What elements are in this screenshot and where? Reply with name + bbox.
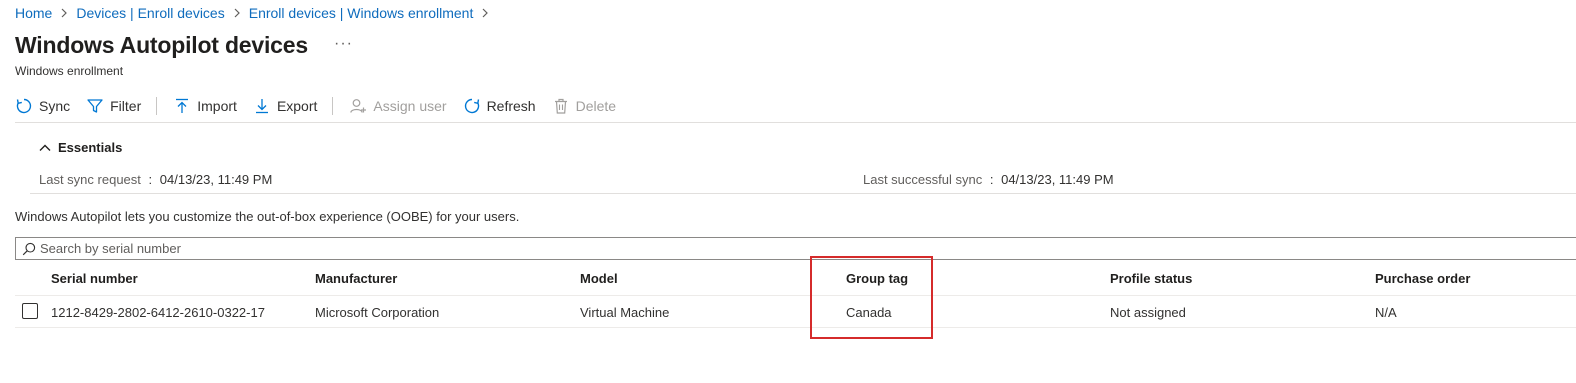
last-sync-request-key: Last sync request [39,172,141,187]
assign-user-label: Assign user [373,98,447,114]
cell-serial-number[interactable]: 1212-8429-2802-6412-2610-0322-17 [51,305,265,320]
export-button[interactable]: Export [253,97,317,115]
more-icon[interactable]: ··· [334,35,353,53]
sync-label: Sync [39,98,71,114]
breadcrumb-home-link[interactable]: Home [15,5,52,21]
cell-profile-status: Not assigned [1110,305,1186,320]
export-label: Export [276,98,318,114]
breadcrumb-windows-enrollment-link[interactable]: Enroll devices | Windows enrollment [249,5,474,21]
filter-label: Filter [110,98,142,114]
table-row-divider [15,327,1576,328]
table-header-divider [15,295,1576,296]
essentials-toggle[interactable]: Essentials [39,140,122,155]
column-header-serial-number[interactable]: Serial number [51,271,138,286]
cell-purchase-order: N/A [1375,305,1397,320]
page-title: Windows Autopilot devices [15,32,308,58]
essentials-label: Essentials [58,140,123,155]
column-header-profile-status[interactable]: Profile status [1110,271,1192,286]
row-select-checkbox[interactable] [22,303,38,319]
chevron-right-icon [60,8,68,18]
filter-icon [86,97,104,115]
cell-model: Virtual Machine [580,305,670,320]
column-header-model[interactable]: Model [580,271,618,286]
assign-user-icon [349,97,367,115]
import-button[interactable]: Import [173,97,237,115]
page-subtitle: Windows enrollment [15,64,124,78]
search-input[interactable] [40,241,1576,256]
essentials-divider [30,193,1576,194]
sync-button[interactable]: Sync [15,97,70,115]
delete-label: Delete [575,98,617,114]
essentials-separator: : [148,172,153,187]
chevron-right-icon [233,8,241,18]
toolbar-divider [156,97,158,115]
breadcrumb: Home Devices | Enroll devices Enroll dev… [15,5,497,21]
refresh-label: Refresh [486,98,536,114]
last-sync-request-value: 04/13/23, 11:49 PM [159,172,273,187]
group-tag-highlight-box [810,256,933,339]
search-box[interactable] [15,237,1576,260]
breadcrumb-enroll-devices-link[interactable]: Devices | Enroll devices [76,5,224,21]
refresh-icon [463,97,481,115]
column-header-purchase-order[interactable]: Purchase order [1375,271,1470,286]
chevron-up-icon [39,143,51,153]
delete-icon [552,97,570,115]
delete-button[interactable]: Delete [552,97,616,115]
chevron-right-icon [481,8,489,18]
export-icon [253,97,271,115]
toolbar-divider [332,97,334,115]
last-successful-sync-value: 04/13/23, 11:49 PM [1001,172,1114,187]
command-bar: Sync Filter Import Export Assign user Re… [15,92,632,120]
cell-manufacturer: Microsoft Corporation [315,305,440,320]
column-header-manufacturer[interactable]: Manufacturer [315,271,397,286]
sync-icon [15,97,33,115]
essentials-separator: : [989,172,994,187]
refresh-button[interactable]: Refresh [463,97,536,115]
filter-button[interactable]: Filter [86,97,141,115]
import-label: Import [197,98,237,114]
assign-user-button[interactable]: Assign user [349,97,447,115]
search-icon [22,242,36,256]
page-description: Windows Autopilot lets you customize the… [15,209,520,224]
last-sync-request: Last sync request : 04/13/23, 11:49 PM [39,172,272,187]
last-successful-sync: Last successful sync : 04/13/23, 11:49 P… [863,172,1114,187]
import-icon [173,97,191,115]
toolbar-divider-line [15,122,1576,123]
last-successful-sync-key: Last successful sync [863,172,983,187]
